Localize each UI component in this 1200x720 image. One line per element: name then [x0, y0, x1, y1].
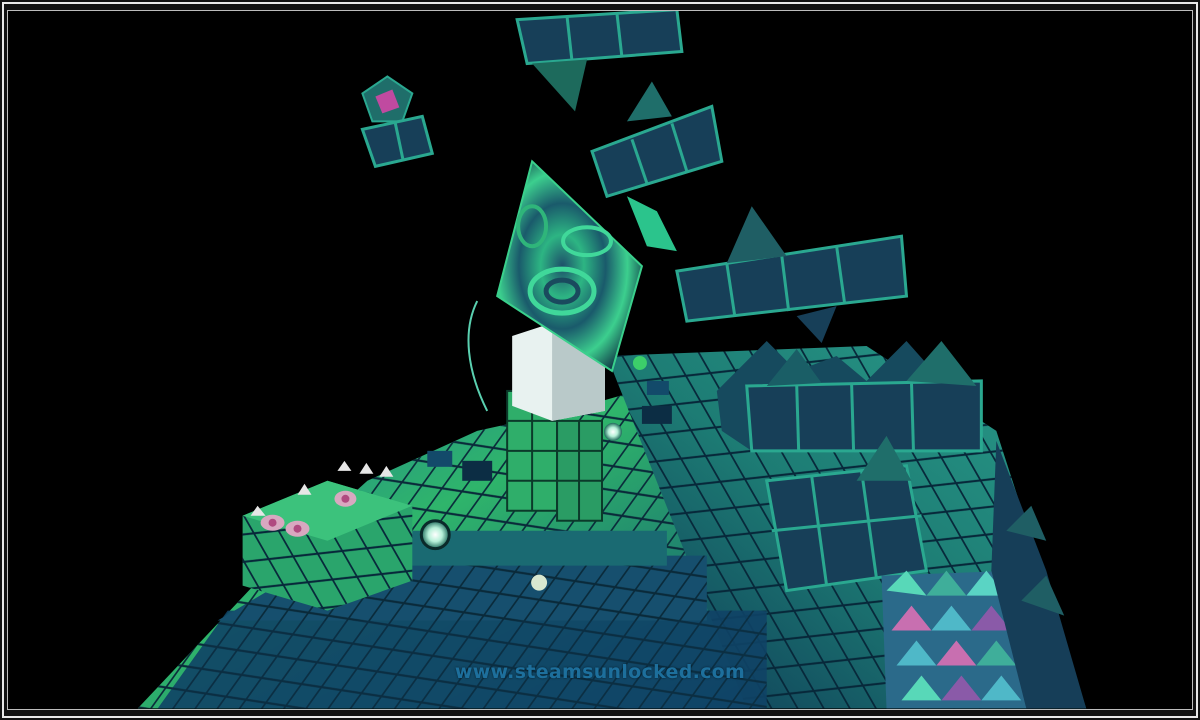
game-screenshot-frame: www.steamsunlocked.com [0, 0, 1200, 720]
floating-blocks-bar [675, 206, 909, 344]
floating-cube-small [360, 75, 435, 169]
game-scene [137, 11, 1087, 709]
orb-icon [531, 574, 548, 591]
orb-icon [603, 422, 622, 441]
creature-icon [260, 514, 285, 531]
floating-blocks-mid [590, 81, 724, 252]
orb-icon [419, 519, 451, 551]
orb-icon [632, 356, 647, 370]
creature-icon [334, 490, 357, 507]
creature-icon [285, 520, 310, 537]
game-viewport: www.steamsunlocked.com [7, 10, 1193, 710]
watermark-text: www.steamsunlocked.com [454, 661, 746, 683]
